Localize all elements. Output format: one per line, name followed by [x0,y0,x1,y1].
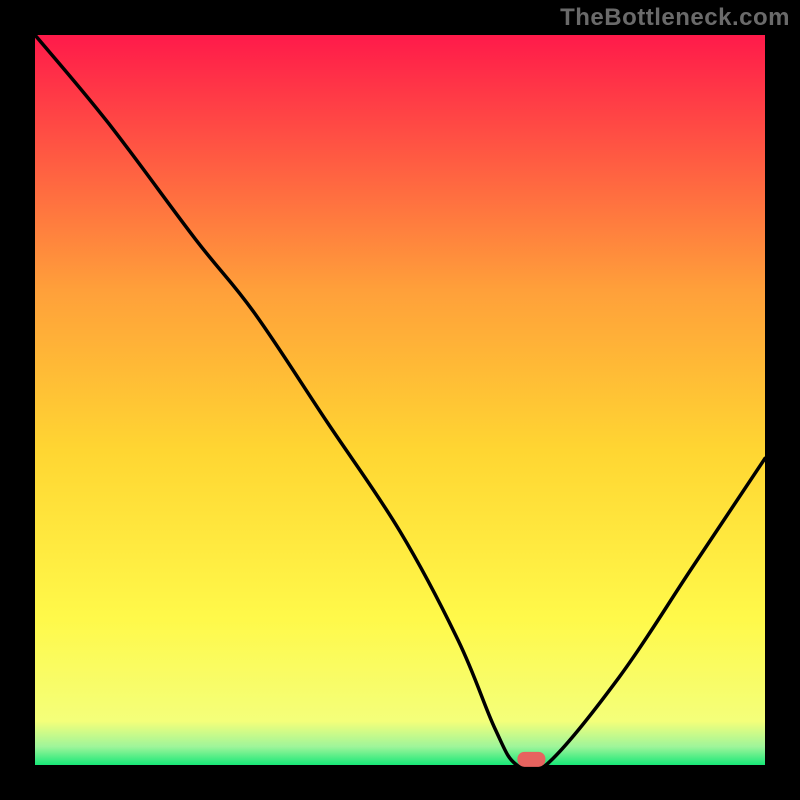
gradient-background [35,35,765,765]
current-marker [517,752,545,767]
attribution-label: TheBottleneck.com [560,4,790,32]
bottleneck-plot [0,0,800,800]
chart-container: { "attribution": "TheBottleneck.com", "c… [0,0,800,800]
